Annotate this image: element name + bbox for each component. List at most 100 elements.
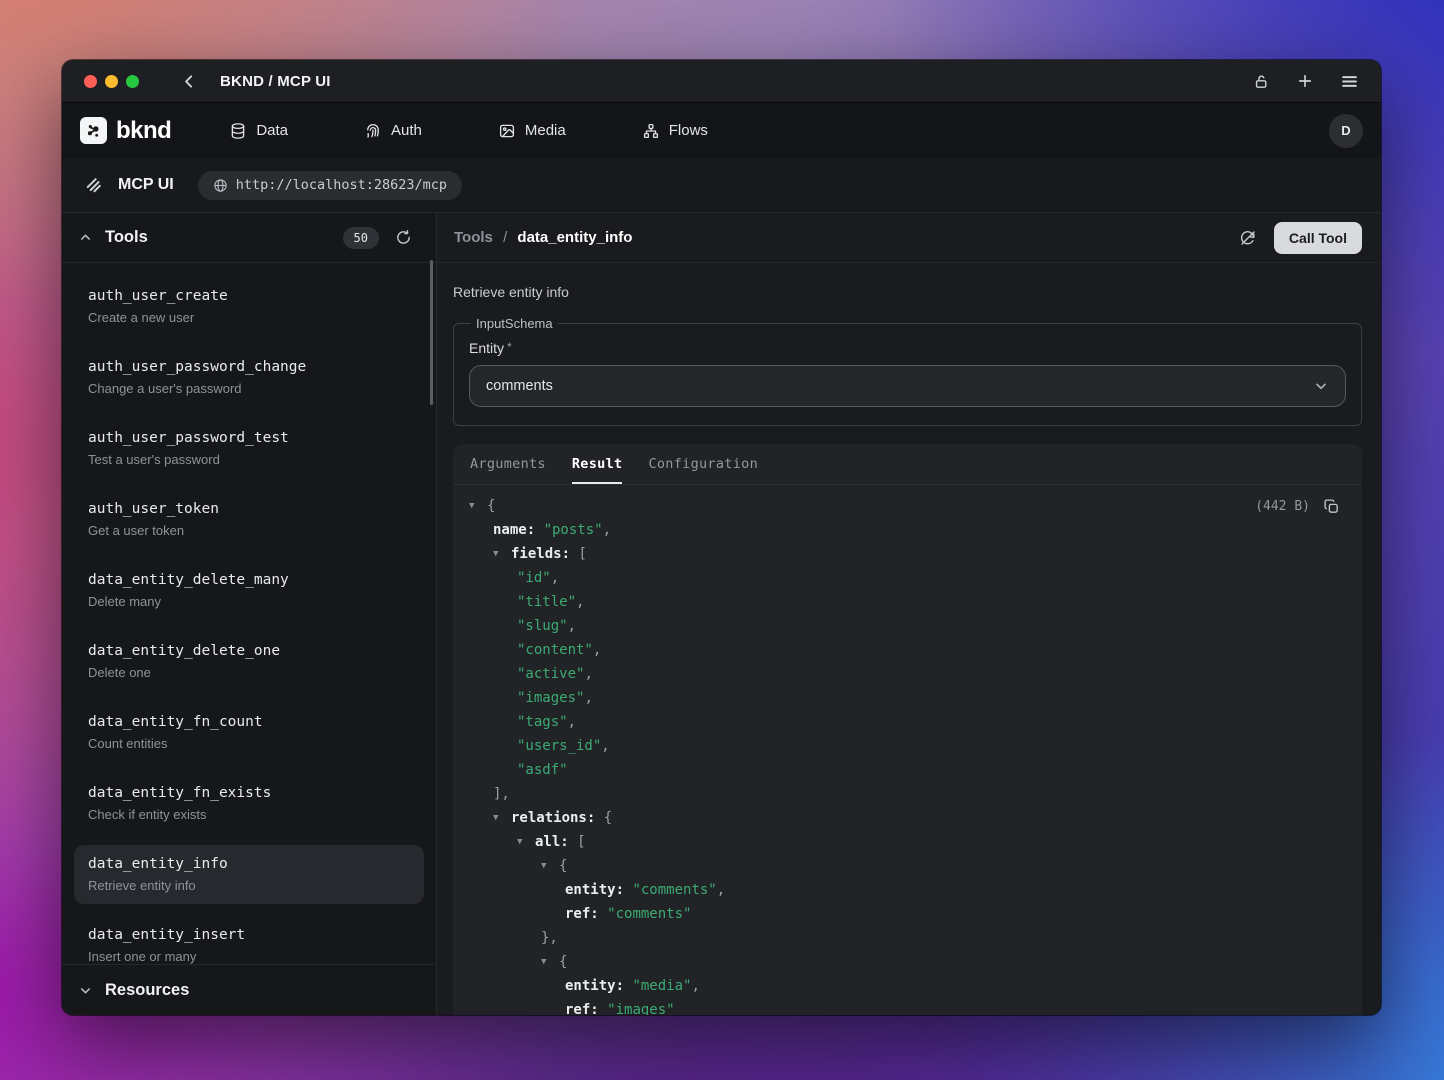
new-tab-icon[interactable]	[1296, 72, 1314, 90]
title-bar: BKND / MCP UI	[62, 60, 1381, 103]
tool-list-item-data_entity_fn_exists[interactable]: data_entity_fn_existsCheck if entity exi…	[74, 774, 424, 833]
app-window: BKND / MCP UI bknd Data	[62, 60, 1381, 1015]
menu-icon[interactable]	[1340, 72, 1359, 91]
server-url[interactable]: http://localhost:28623/mcp	[198, 171, 462, 200]
copy-icon[interactable]	[1323, 498, 1340, 515]
brand-logo[interactable]: bknd	[80, 117, 171, 145]
json-line: "users_id",	[469, 734, 1362, 758]
tab-result[interactable]: Result	[572, 444, 623, 484]
tool-list-item-auth_user_token[interactable]: auth_user_token Get a user token	[74, 490, 424, 549]
tools-section-header[interactable]: Tools 50	[62, 213, 436, 263]
collapse-arrow-icon[interactable]: ▼	[493, 542, 511, 566]
minimize-window-button[interactable]	[105, 75, 118, 88]
bknd-logo-icon	[80, 117, 107, 144]
resources-section-header[interactable]: Resources	[62, 964, 436, 1015]
tool-description: Create a new user	[88, 311, 410, 325]
nav-item-label: Media	[525, 122, 566, 139]
json-token: "users_id"	[517, 734, 601, 758]
json-token: relations:	[511, 806, 604, 830]
json-token: ,	[584, 662, 592, 686]
json-token: ,	[601, 734, 609, 758]
tool-description: Get a user token	[88, 524, 410, 538]
json-token: "media"	[632, 974, 691, 998]
json-token: entity:	[565, 878, 632, 902]
tool-description: Retrieve entity info	[88, 879, 410, 893]
tools-section-title: Tools	[105, 228, 148, 247]
tool-name: data_entity_info	[88, 856, 410, 872]
json-token: ,	[593, 638, 601, 662]
json-token: ],	[493, 782, 510, 806]
json-line: "content",	[469, 638, 1362, 662]
user-avatar[interactable]: D	[1329, 114, 1363, 148]
collapse-arrow-icon[interactable]: ▼	[493, 806, 511, 830]
fingerprint-icon	[364, 122, 382, 140]
json-line: "id",	[469, 566, 1362, 590]
breadcrumb-section[interactable]: Tools	[454, 229, 493, 246]
json-line: entity: "comments",	[469, 878, 1362, 902]
close-window-button[interactable]	[84, 75, 97, 88]
json-token: ,	[603, 518, 611, 542]
tab-arguments[interactable]: Arguments	[470, 444, 546, 484]
json-token: ,	[584, 686, 592, 710]
nav-item-media[interactable]: Media	[498, 122, 566, 140]
tool-name: auth_user_token	[88, 501, 410, 517]
json-token: "comments"	[632, 878, 716, 902]
input-schema-fieldset: InputSchema Entity* comments	[453, 316, 1362, 426]
workflow-icon	[642, 122, 660, 140]
call-tool-button[interactable]: Call Tool	[1274, 222, 1362, 254]
json-line: ],	[469, 782, 1362, 806]
json-token: ,	[691, 974, 699, 998]
tool-list-item-data_entity_delete_many[interactable]: data_entity_delete_manyDelete many	[74, 561, 424, 620]
json-token: {	[487, 494, 495, 518]
json-token: },	[541, 926, 558, 950]
json-token: "id"	[517, 566, 551, 590]
nav-item-label: Data	[256, 122, 288, 139]
tool-name: auth_user_password_test	[88, 430, 410, 446]
collapse-arrow-icon[interactable]: ▼	[541, 854, 559, 878]
tool-list-item-auth_user_password_change[interactable]: auth_user_password_changeChange a user's…	[74, 348, 424, 407]
tool-name: data_entity_delete_many	[88, 572, 410, 588]
refresh-tools-icon[interactable]	[395, 229, 412, 246]
json-token: ref:	[565, 998, 607, 1015]
tool-list-item-data_entity_insert[interactable]: data_entity_insertInsert one or many	[74, 916, 424, 964]
entity-select[interactable]: comments	[469, 365, 1346, 407]
collapse-arrow-icon[interactable]: ▼	[541, 950, 559, 974]
json-line: "images",	[469, 686, 1362, 710]
json-token: name:	[493, 518, 544, 542]
image-icon	[498, 122, 516, 140]
resources-section-title: Resources	[105, 981, 189, 1000]
tab-configuration[interactable]: Configuration	[648, 444, 758, 484]
collapse-arrow-icon[interactable]: ▼	[469, 494, 487, 518]
result-tabs: Arguments Result Configuration	[453, 444, 1362, 485]
json-token: {	[604, 806, 612, 830]
collapse-arrow-icon[interactable]: ▼	[517, 830, 535, 854]
json-token: ,	[568, 614, 576, 638]
auto-refresh-off-icon[interactable]	[1239, 229, 1257, 247]
tool-list-item-auth_user_create[interactable]: auth_user_createCreate a new user	[74, 277, 424, 336]
nav-item-data[interactable]: Data	[229, 122, 288, 140]
breadcrumb-separator: /	[503, 229, 507, 246]
tool-list-item-data_entity_info[interactable]: data_entity_info Retrieve entity info	[74, 845, 424, 904]
json-token: [	[578, 542, 586, 566]
chevron-down-icon	[1313, 378, 1329, 394]
tool-name: data_entity_fn_exists	[88, 785, 410, 801]
zoom-window-button[interactable]	[126, 75, 139, 88]
json-token: all:	[535, 830, 577, 854]
nav-item-auth[interactable]: Auth	[364, 122, 422, 140]
tool-list-item-data_entity_fn_count[interactable]: data_entity_fn_countCount entities	[74, 703, 424, 762]
tool-list-item-auth_user_password_test[interactable]: auth_user_password_testTest a user's pas…	[74, 419, 424, 478]
sidebar-scrollbar[interactable]	[430, 260, 433, 405]
nav-item-flows[interactable]: Flows	[642, 122, 708, 140]
tool-list-item-data_entity_delete_one[interactable]: data_entity_delete_oneDelete one	[74, 632, 424, 691]
nav-item-label: Auth	[391, 122, 422, 139]
server-url-text: http://localhost:28623/mcp	[236, 177, 447, 193]
lock-icon[interactable]	[1253, 73, 1270, 90]
back-icon[interactable]	[181, 73, 198, 90]
json-token: "asdf"	[517, 758, 568, 782]
chevron-up-icon	[78, 230, 93, 245]
json-line: },	[469, 926, 1362, 950]
json-line: ref: "comments"	[469, 902, 1362, 926]
tool-list: auth_user_createCreate a new user auth_us…	[62, 263, 436, 964]
breadcrumb-current: data_entity_info	[517, 229, 632, 246]
json-line: "active",	[469, 662, 1362, 686]
